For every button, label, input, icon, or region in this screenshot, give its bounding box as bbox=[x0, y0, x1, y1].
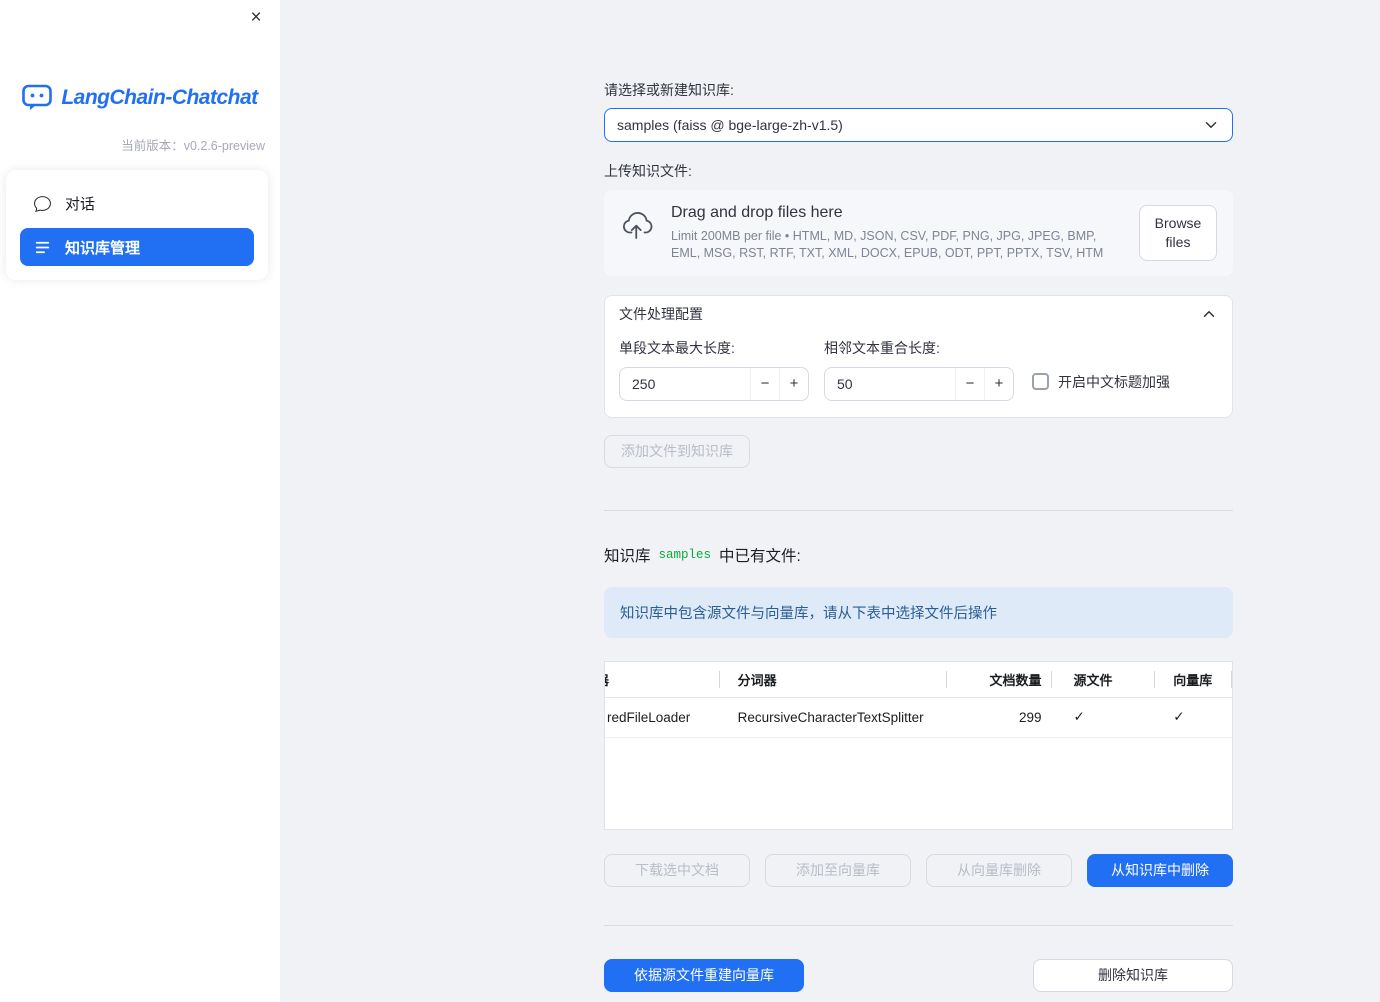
cell-text: redFileLoader bbox=[607, 709, 691, 725]
cell-text: 299 bbox=[1018, 709, 1042, 725]
table-header-source-file[interactable]: 源文件 bbox=[1052, 662, 1156, 697]
zh-title-label: 开启中文标题加强 bbox=[1058, 373, 1170, 390]
kb-name-code: samples bbox=[658, 547, 712, 562]
chunk-size-decrement-button[interactable]: − bbox=[750, 367, 779, 400]
divider bbox=[604, 509, 1233, 511]
drag-drop-text: Drag and drop files here bbox=[671, 204, 843, 221]
upload-limit-text: Limit 200MB per file • HTML, MD, JSON, C… bbox=[671, 229, 1104, 260]
dropzone-text: Drag and drop files here Limit 200MB per… bbox=[671, 204, 1121, 262]
sidebar-menu: 对话 知识库管理 bbox=[6, 170, 268, 280]
delete-from-vector-store-button[interactable]: 从向量库删除 bbox=[926, 853, 1072, 887]
expander-title: 文件处理配置 bbox=[619, 306, 703, 323]
version-label: 当前版本： bbox=[121, 139, 184, 153]
plus-icon: + bbox=[789, 375, 799, 393]
chunk-size-field: 单段文本最大长度: 250 − + bbox=[619, 333, 809, 401]
header-text: 分词器 bbox=[737, 672, 777, 688]
overlap-size-decrement-button[interactable]: − bbox=[955, 367, 984, 400]
heading-prefix: 知识库 bbox=[604, 547, 651, 565]
existing-files-heading: 知识库 samples 中已有文件: bbox=[604, 544, 1233, 566]
header-text: 向量库 bbox=[1173, 672, 1213, 688]
overlap-size-increment-button[interactable]: + bbox=[984, 367, 1013, 400]
kb-management-page: 请选择或新建知识库: samples (faiss @ bge-large-zh… bbox=[604, 0, 1233, 992]
chunk-size-value[interactable]: 250 bbox=[620, 376, 750, 392]
browse-files-button[interactable]: Browse files bbox=[1139, 204, 1217, 261]
cell-vector-store-check: ✓ bbox=[1155, 698, 1232, 737]
chevron-down-icon bbox=[1202, 116, 1220, 134]
add-files-to-kb-button[interactable]: 添加文件到知识库 bbox=[604, 434, 750, 468]
logo-text: LangChain-Chatchat bbox=[61, 85, 258, 109]
overlap-size-label: 相邻文本重合长度: bbox=[824, 339, 940, 356]
info-alert: 知识库中包含源文件与向量库，请从下表中选择文件后操作 bbox=[604, 586, 1233, 638]
table-row[interactable]: redFileLoader RecursiveCharacterTextSpli… bbox=[605, 698, 1232, 738]
cell-loader: redFileLoader bbox=[605, 698, 720, 737]
app-window: × LangChain-Chatchat 当前版本：v0.2.6-preview bbox=[0, 0, 1380, 1002]
delete-kb-button[interactable]: 删除知识库 bbox=[1033, 958, 1233, 992]
heading-suffix: 中已有文件: bbox=[719, 547, 801, 565]
zh-title-checkbox[interactable]: 开启中文标题加强 bbox=[1032, 372, 1170, 392]
kb-selected-value: samples (faiss @ bge-large-zh-v1.5) bbox=[617, 117, 843, 133]
chunk-size-label: 单段文本最大长度: bbox=[619, 339, 735, 356]
header-text: 源文件 bbox=[1073, 672, 1113, 688]
upload-label: 上传知识文件: bbox=[604, 163, 692, 179]
chunk-size-increment-button[interactable]: + bbox=[779, 367, 808, 400]
overlap-size-value[interactable]: 50 bbox=[825, 376, 955, 392]
add-to-vector-store-button[interactable]: 添加至向量库 bbox=[765, 853, 911, 887]
expander-body: 单段文本最大长度: 250 − + 相邻文本重合长度: 50 − + 开启中文标… bbox=[605, 333, 1232, 417]
header-text: 文档数量 bbox=[989, 672, 1042, 688]
divider bbox=[604, 924, 1233, 926]
expander-header[interactable]: 文件处理配置 bbox=[605, 296, 1232, 333]
rebuild-vector-store-button[interactable]: 依据源文件重建向量库 bbox=[604, 958, 804, 992]
table-header-loader[interactable]: 器 bbox=[605, 662, 720, 697]
table-header-doc-count[interactable]: 文档数量 bbox=[947, 662, 1052, 697]
download-selected-button[interactable]: 下载选中文档 bbox=[604, 853, 750, 887]
cell-doc-count: 299 bbox=[947, 698, 1052, 737]
minus-icon: − bbox=[760, 375, 770, 393]
plus-icon: + bbox=[994, 375, 1004, 393]
files-table: 器 分词器 文档数量 源文件 向量库 redFileLoader Recursi… bbox=[604, 660, 1233, 830]
list-icon bbox=[34, 239, 51, 256]
chevron-up-icon bbox=[1200, 305, 1218, 323]
kb-bottom-actions: 依据源文件重建向量库 删除知识库 bbox=[604, 958, 1233, 992]
version-text: 当前版本：v0.2.6-preview bbox=[0, 135, 280, 154]
overlap-size-input[interactable]: 50 − + bbox=[824, 366, 1014, 401]
file-dropzone[interactable]: Drag and drop files here Limit 200MB per… bbox=[604, 190, 1233, 276]
chunk-size-input[interactable]: 250 − + bbox=[619, 366, 809, 401]
sidebar-item-label: 知识库管理 bbox=[65, 239, 141, 257]
check-icon: ✓ bbox=[1173, 709, 1185, 725]
main-area: 请选择或新建知识库: samples (faiss @ bge-large-zh… bbox=[280, 0, 1380, 1002]
table-header-vector-store[interactable]: 向量库 bbox=[1155, 662, 1232, 697]
file-config-expander: 文件处理配置 单段文本最大长度: 250 − + 相邻文本重合长度: 50 − … bbox=[604, 294, 1233, 418]
kb-selectbox[interactable]: samples (faiss @ bge-large-zh-v1.5) bbox=[604, 108, 1233, 142]
overlap-size-field: 相邻文本重合长度: 50 − + bbox=[824, 333, 1014, 401]
delete-from-kb-button[interactable]: 从知识库中删除 bbox=[1087, 853, 1233, 887]
cloud-upload-icon bbox=[620, 212, 653, 240]
header-text: 器 bbox=[605, 670, 609, 689]
sidebar: × LangChain-Chatchat 当前版本：v0.2.6-preview bbox=[0, 0, 280, 1002]
file-actions-row: 下载选中文档 添加至向量库 从向量库删除 从知识库中删除 bbox=[604, 853, 1233, 887]
version-value: v0.2.6-preview bbox=[183, 139, 265, 153]
sidebar-close-button[interactable]: × bbox=[244, 6, 268, 30]
table-header-splitter[interactable]: 分词器 bbox=[720, 662, 947, 697]
app-logo: LangChain-Chatchat bbox=[0, 84, 280, 111]
logo-chat-icon bbox=[22, 84, 53, 111]
chat-bubble-icon bbox=[34, 195, 51, 212]
cell-text: RecursiveCharacterTextSplitter bbox=[737, 709, 924, 725]
close-icon: × bbox=[250, 7, 262, 28]
sidebar-item-knowledge-base[interactable]: 知识库管理 bbox=[20, 228, 254, 266]
cell-splitter: RecursiveCharacterTextSplitter bbox=[720, 698, 947, 737]
checkbox-box[interactable] bbox=[1032, 373, 1049, 391]
cell-source-file-check: ✓ bbox=[1052, 698, 1156, 737]
minus-icon: − bbox=[965, 375, 975, 393]
check-icon: ✓ bbox=[1073, 709, 1085, 725]
sidebar-item-label: 对话 bbox=[65, 195, 96, 213]
sidebar-item-chat[interactable]: 对话 bbox=[20, 184, 254, 222]
table-header-row: 器 分词器 文档数量 源文件 向量库 bbox=[605, 662, 1232, 698]
kb-select-label: 请选择或新建知识库: bbox=[604, 82, 734, 98]
